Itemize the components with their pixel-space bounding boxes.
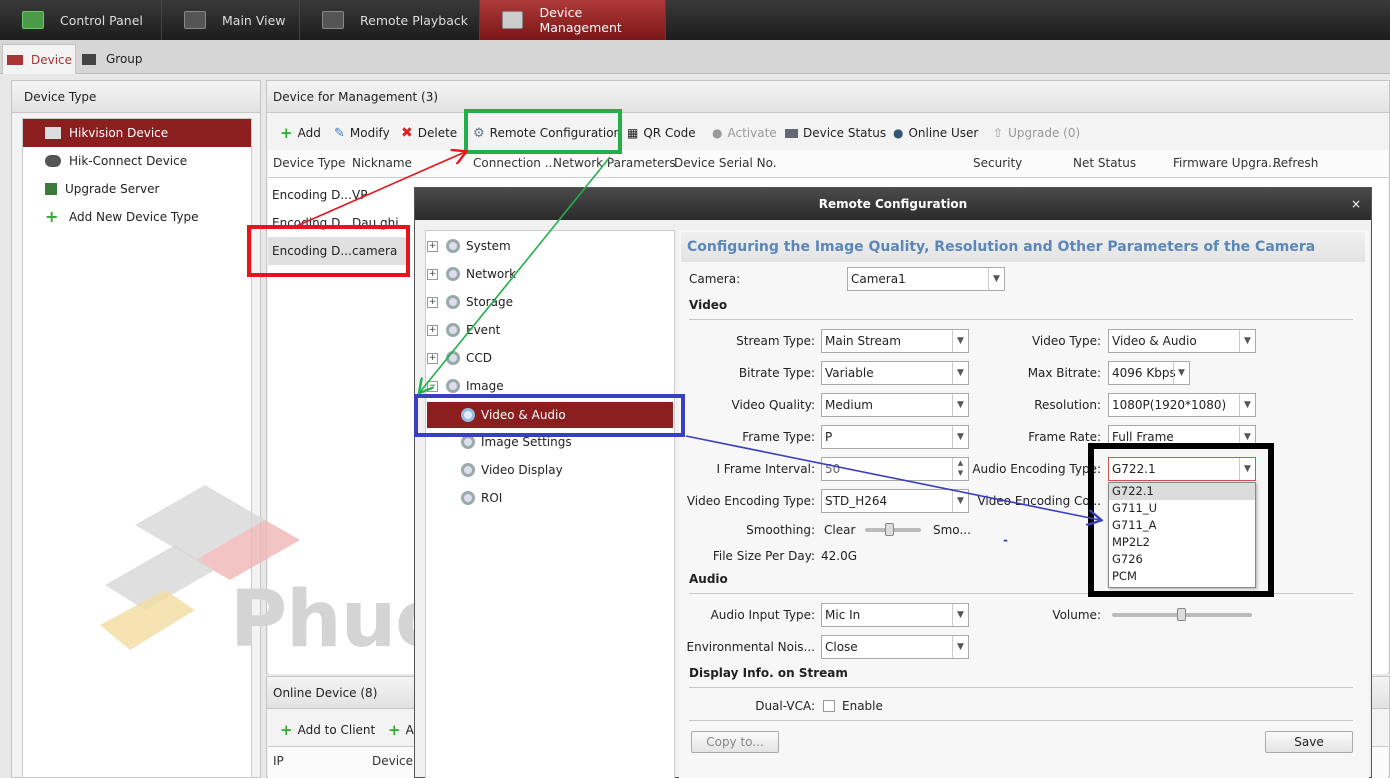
annotation-arrows xyxy=(291,0,1390,778)
